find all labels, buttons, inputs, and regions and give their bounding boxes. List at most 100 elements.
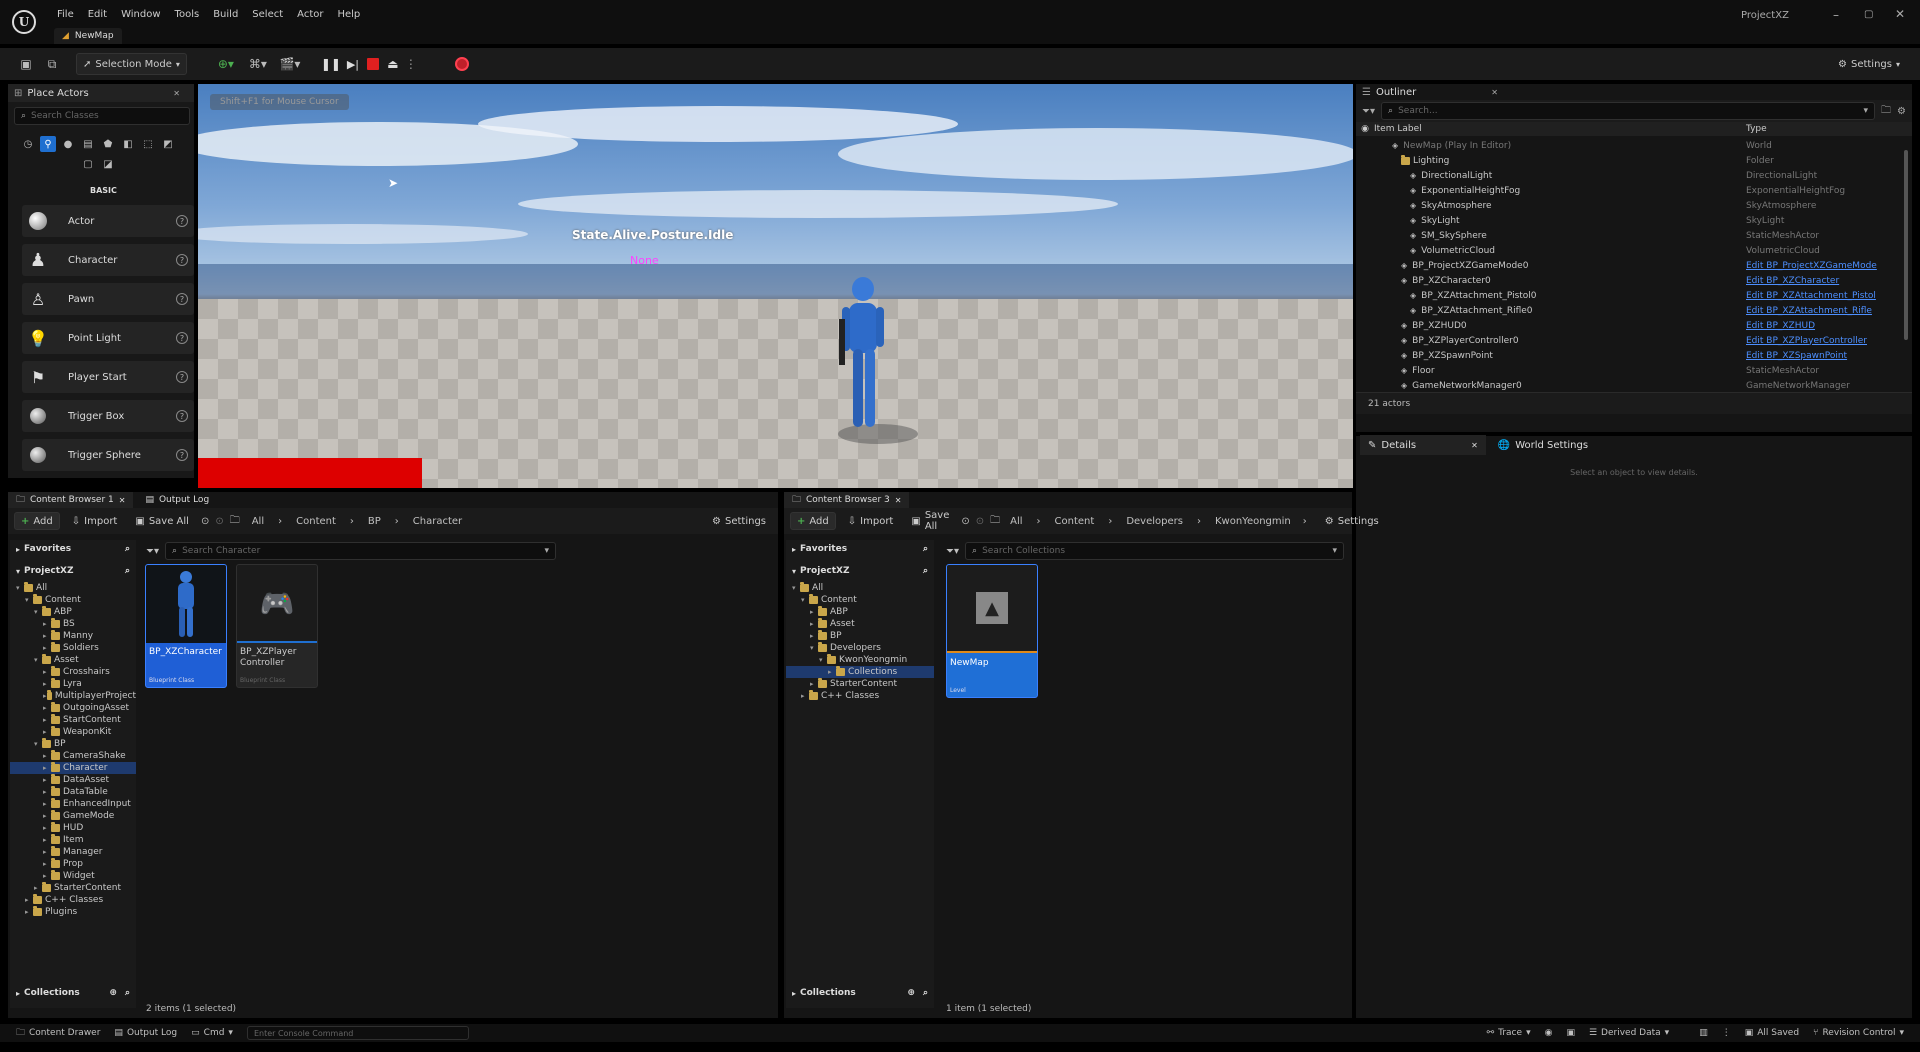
chevron-right-icon[interactable]: ▸ (43, 714, 51, 726)
folder-tree-item[interactable]: ▸ MultiplayerProject (10, 690, 136, 702)
stop-icon[interactable] (366, 58, 379, 70)
add-actor-icon[interactable]: ⊕▾ (213, 57, 239, 71)
folder-tree-item[interactable]: ▾ All (10, 582, 136, 594)
menu-build[interactable]: Build (206, 6, 245, 23)
cb1-search-input[interactable]: ⌕ Search Character ▾ (165, 542, 556, 560)
chevron-right-icon[interactable]: ▸ (43, 822, 51, 834)
save-icon[interactable]: ▣ (16, 57, 36, 71)
folder-tree-item[interactable]: ▸ EnhancedInput (10, 798, 136, 810)
close-tab-icon[interactable]: ✕ (173, 89, 180, 98)
folder-tree-item[interactable]: ▸ Manny (10, 630, 136, 642)
help-icon[interactable]: ? (176, 293, 188, 305)
outliner-row[interactable]: Lighting Folder (1356, 153, 1912, 168)
chevron-down-icon[interactable]: ▾ (16, 582, 24, 594)
folder-tree-item[interactable]: ▾ Content (786, 594, 934, 606)
help-icon[interactable]: ? (176, 449, 188, 461)
import-button[interactable]: ⇩ Import (842, 510, 900, 532)
actor-item-trigger-sphere[interactable]: Trigger Sphere ? (22, 439, 194, 471)
outliner-scrollbar[interactable] (1904, 150, 1908, 340)
help-icon[interactable]: ? (176, 410, 188, 422)
folder-tree-item[interactable]: ▸ BP (786, 630, 934, 642)
close-tab-icon[interactable]: ✕ (119, 496, 126, 505)
folder-tree-item[interactable]: ▾ Developers (786, 642, 934, 654)
save-all-button[interactable]: ▣ Save All (129, 510, 195, 532)
shapes-icon[interactable]: ▢ (80, 156, 96, 172)
asset-tile-bp-xzcharacter[interactable]: BP_XZCharacter Blueprint Class (145, 564, 227, 688)
breadcrumb-character[interactable]: Character (413, 516, 462, 527)
blueprint-icon[interactable]: ⌘▾ (245, 57, 271, 71)
extra-icon[interactable]: ◪ (100, 156, 116, 172)
history-back-icon[interactable]: ⊙ (201, 516, 209, 527)
chevron-right-icon[interactable]: ▸ (43, 774, 51, 786)
breadcrumb-content[interactable]: Content (296, 516, 336, 527)
chevron-right-icon[interactable]: ▸ (43, 786, 51, 798)
collections-header[interactable]: ▸ Collections ⊕ ⌕ (10, 984, 136, 1002)
folder-tree-item[interactable]: ▸ CameraShake (10, 750, 136, 762)
breadcrumb-all[interactable]: All (252, 516, 264, 527)
help-icon[interactable]: ? (176, 371, 188, 383)
collections-header[interactable]: ▸ Collections ⊕ ⌕ (786, 984, 934, 1002)
more-icon[interactable]: ⋮ (1722, 1028, 1731, 1038)
menu-file[interactable]: File (50, 6, 81, 23)
chevron-down-icon[interactable]: ▾ (34, 738, 42, 750)
folder-tree-item[interactable]: ▸ StarterContent (786, 678, 934, 690)
close-icon[interactable]: ✕ (1895, 7, 1905, 21)
folder-tree-item[interactable]: ▸ Character (10, 762, 136, 774)
folder-tree-item[interactable]: ▸ Lyra (10, 678, 136, 690)
column-item-label[interactable]: Item Label (1374, 124, 1746, 134)
chevron-right-icon[interactable]: ▸ (34, 882, 42, 894)
folder-tree-item[interactable]: ▸ C++ Classes (10, 894, 136, 906)
output-log-button[interactable]: ▤ Output Log (114, 1028, 177, 1038)
folder-tree-item[interactable]: ▸ C++ Classes (786, 690, 934, 702)
cmd-dropdown[interactable]: ▭ Cmd ▾ (191, 1028, 233, 1038)
asset-tile-newmap[interactable]: ▲ NewMap Level (946, 564, 1038, 698)
chevron-right-icon[interactable]: ▸ (43, 798, 51, 810)
chevron-right-icon[interactable]: ▸ (43, 810, 51, 822)
favorites-header[interactable]: ▸ Favorites ⌕ (10, 540, 136, 558)
chevron-right-icon[interactable]: ▸ (43, 702, 51, 714)
chevron-right-icon[interactable]: ▸ (43, 726, 51, 738)
import-button[interactable]: ⇩ Import (66, 510, 124, 532)
tab-details[interactable]: ✎ Details ✕ (1360, 435, 1486, 455)
chevron-right-icon[interactable]: ▸ (43, 618, 51, 630)
folder-tree-item[interactable]: ▸ Manager (10, 846, 136, 858)
outliner-row[interactable]: ◈ ExponentialHeightFog ExponentialHeightFo… (1356, 183, 1912, 198)
tab-content-browser-1[interactable]: 🗀 Content Browser 1 ✕ (8, 492, 134, 508)
asset-tile-bp-xzplayer-controller[interactable]: 🎮 BP_XZPlayer Controller Blueprint Class (236, 564, 318, 688)
outliner-row[interactable]: ◈ BP_XZPlayerController0 Edit BP_XZPlayerC… (1356, 333, 1912, 348)
folder-tree-item[interactable]: ▸ StartContent (10, 714, 136, 726)
revision-control-dropdown[interactable]: ⑂ Revision Control ▾ (1813, 1028, 1904, 1038)
search-classes-input[interactable]: ⌕ Search Classes (14, 107, 190, 125)
folder-tree-item[interactable]: ▾ Asset (10, 654, 136, 666)
maximize-icon[interactable]: ▢ (1864, 9, 1873, 20)
menu-select[interactable]: Select (245, 6, 290, 23)
favorites-header[interactable]: ▸ Favorites ⌕ (786, 540, 934, 558)
tab-world-settings[interactable]: 🌐 World Settings (1490, 435, 1596, 455)
chevron-down-icon[interactable]: ▾ (34, 606, 42, 618)
content-drawer-button[interactable]: 🗀 Content Drawer (16, 1025, 100, 1041)
search-icon[interactable]: ⌕ (125, 988, 130, 998)
folder-tree-item[interactable]: ▾ Content (10, 594, 136, 606)
filter-icon[interactable]: ⏷▾ (1362, 106, 1375, 117)
outliner-item-type[interactable]: Edit BP_XZHUD (1746, 321, 1815, 331)
help-icon[interactable]: ? (176, 332, 188, 344)
folder-tree-item[interactable]: ▾ All (786, 582, 934, 594)
folder-tree-item[interactable]: ▸ GameMode (10, 810, 136, 822)
outliner-row[interactable]: ◈ BP_XZAttachment_Rifle0 Edit BP_XZAttachm… (1356, 303, 1912, 318)
outliner-row[interactable]: ◈ GameNetworkManager0 GameNetworkManager (1356, 378, 1912, 392)
menu-tools[interactable]: Tools (168, 6, 207, 23)
help-icon[interactable]: ? (176, 254, 188, 266)
outliner-item-type[interactable]: Edit BP_ProjectXZGameMode (1746, 261, 1877, 271)
project-header[interactable]: ▾ ProjectXZ ⌕ (10, 562, 136, 580)
step-icon[interactable]: ▶| (345, 58, 361, 71)
add-button[interactable]: + Add (14, 512, 60, 530)
chevron-down-icon[interactable]: ▾ (792, 582, 800, 594)
pause-icon[interactable]: ❚❚ (321, 57, 341, 71)
derived-data-dropdown[interactable]: ☰ Derived Data ▾ (1589, 1028, 1669, 1038)
cinematics-icon[interactable]: 🎬▾ (277, 57, 303, 71)
place-actors-tab[interactable]: ⊞ Place Actors ✕ (8, 84, 194, 102)
tab-content-browser-3[interactable]: 🗀 Content Browser 3 ✕ (784, 492, 910, 508)
chevron-right-icon[interactable]: ▸ (801, 690, 809, 702)
folder-tree-item[interactable]: ▾ KwonYeongmin (786, 654, 934, 666)
tab-output-log[interactable]: ▤ Output Log (137, 492, 217, 508)
